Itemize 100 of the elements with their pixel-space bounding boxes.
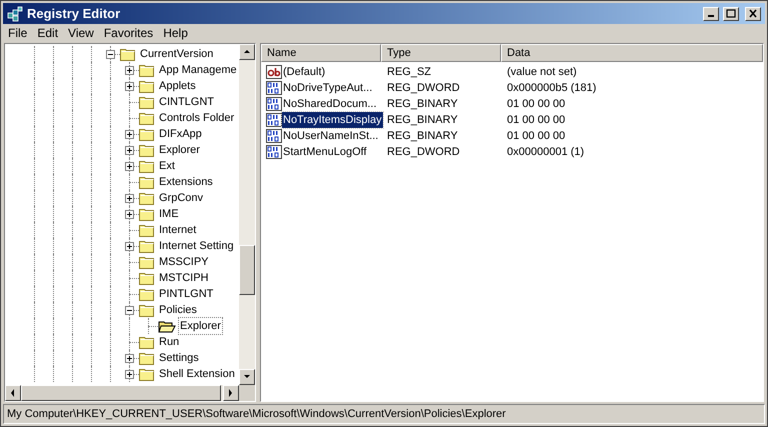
tree-item[interactable]: GrpConv	[158, 190, 204, 206]
value-name[interactable]: NoSharedDocum...	[282, 96, 378, 112]
tree-item[interactable]: Ext	[158, 158, 176, 174]
menu-item[interactable]: Edit	[32, 24, 64, 42]
tree-item[interactable]: IME	[158, 206, 180, 222]
folder-icon	[139, 207, 155, 221]
expand-icon[interactable]	[125, 82, 134, 90]
minimize-button[interactable]	[703, 6, 719, 20]
tree-item[interactable]: Controls Folder	[158, 110, 236, 126]
value-name[interactable]: NoTrayItemsDisplay	[282, 112, 383, 128]
folder-icon	[139, 223, 155, 237]
scroll-down-button[interactable]	[239, 369, 255, 385]
expand-icon[interactable]	[125, 370, 134, 378]
expand-icon[interactable]	[125, 130, 134, 138]
column-header[interactable]: Type	[381, 44, 501, 62]
folder-icon	[120, 47, 136, 61]
maximize-icon	[726, 9, 736, 18]
value-type: REG_BINARY	[386, 128, 459, 144]
folder-icon	[139, 159, 155, 173]
folder-icon	[139, 79, 155, 93]
value-data: 01 00 00 00	[506, 96, 566, 112]
value-name[interactable]: StartMenuLogOff	[282, 144, 368, 160]
close-icon	[748, 9, 758, 18]
folder-icon	[139, 191, 155, 205]
value-type: REG_DWORD	[386, 144, 461, 160]
binary-value-icon	[266, 129, 282, 143]
window-title: Registry Editor	[27, 4, 122, 23]
value-name[interactable]: NoDriveTypeAut...	[282, 80, 374, 96]
tree-item[interactable]: PINTLGNT	[158, 286, 214, 302]
tree-item[interactable]: Run	[158, 334, 180, 350]
expand-icon[interactable]	[125, 242, 134, 250]
value-type: REG_DWORD	[386, 80, 461, 96]
value-type: REG_SZ	[386, 64, 432, 80]
folder-icon	[139, 63, 155, 77]
folder-icon	[139, 175, 155, 189]
status-bar: My Computer\HKEY_CURRENT_USER\Software\Microsoft\Windows\CurrentVersion\Policies\Explorer	[3, 404, 765, 424]
open-folder-icon	[158, 318, 176, 334]
folder-icon	[139, 255, 155, 269]
tree-item[interactable]: Extensions	[158, 174, 214, 190]
value-name[interactable]: NoUserNameInSt...	[282, 128, 380, 144]
value-data: 01 00 00 00	[506, 128, 566, 144]
tree-item[interactable]: CINTLGNT	[158, 94, 215, 110]
expand-icon[interactable]	[125, 210, 134, 218]
folder-icon	[139, 335, 155, 349]
folder-icon	[139, 239, 155, 253]
value-data: (value not set)	[506, 64, 578, 80]
collapse-icon[interactable]	[106, 50, 115, 58]
tree-item[interactable]: CurrentVersion	[139, 46, 214, 62]
binary-value-icon	[266, 97, 282, 111]
tree-item[interactable]: MSTCIPH	[158, 270, 210, 286]
vertical-scrollbar[interactable]	[239, 44, 255, 385]
tree-item[interactable]: App Manageme	[158, 62, 238, 78]
tree-item[interactable]: Explorer	[179, 318, 222, 334]
expand-icon[interactable]	[125, 146, 134, 154]
tree-item[interactable]: Internet	[158, 222, 198, 238]
tree-item[interactable]: MSSCIPY	[158, 254, 210, 270]
binary-value-icon	[266, 81, 282, 95]
value-data: 0x000000b5 (181)	[506, 80, 598, 96]
tree-item[interactable]: DIFxApp	[158, 126, 203, 142]
menu-item[interactable]: Help	[158, 24, 193, 42]
folder-icon	[139, 271, 155, 285]
tree-item[interactable]: Shell Extension	[158, 366, 236, 382]
expand-icon[interactable]	[125, 354, 134, 362]
tree-item[interactable]: Explorer	[158, 142, 201, 158]
tree-item[interactable]: Policies	[158, 302, 198, 318]
folder-icon	[139, 303, 155, 317]
folder-icon	[139, 111, 155, 125]
menu-item[interactable]: Favorites	[98, 24, 158, 42]
registry-cubes-icon	[7, 6, 23, 22]
expand-icon[interactable]	[125, 194, 134, 202]
scrollbar-corner	[239, 385, 255, 401]
folder-icon	[139, 143, 155, 157]
value-type: REG_BINARY	[386, 96, 459, 112]
binary-value-icon	[266, 145, 282, 159]
folder-icon	[139, 287, 155, 301]
folder-icon	[139, 127, 155, 141]
tree-item[interactable]: Internet Setting	[158, 238, 235, 254]
folder-icon	[139, 367, 155, 381]
menu-item[interactable]: View	[63, 24, 99, 42]
expand-icon[interactable]	[125, 66, 134, 74]
folder-icon	[139, 95, 155, 109]
binary-value-icon	[266, 113, 282, 127]
tree-item[interactable]: Applets	[158, 78, 197, 94]
column-header[interactable]: Name	[261, 44, 381, 62]
string-value-icon	[266, 65, 282, 79]
collapse-icon[interactable]	[125, 306, 134, 314]
value-data: 0x00000001 (1)	[506, 144, 586, 160]
column-header[interactable]: Data	[501, 44, 763, 62]
close-button[interactable]	[745, 6, 761, 20]
scroll-right-button[interactable]	[223, 385, 239, 401]
tree-item[interactable]: Settings	[158, 350, 200, 366]
maximize-button[interactable]	[723, 6, 739, 20]
menu-item[interactable]: File	[3, 24, 32, 42]
expand-icon[interactable]	[125, 162, 134, 170]
scroll-thumb[interactable]	[239, 245, 255, 295]
value-name[interactable]: (Default)	[282, 64, 326, 80]
value-type: REG_BINARY	[386, 112, 459, 128]
scroll-up-button[interactable]	[239, 44, 255, 60]
value-data: 01 00 00 00	[506, 112, 566, 128]
scroll-left-button[interactable]	[5, 385, 21, 401]
